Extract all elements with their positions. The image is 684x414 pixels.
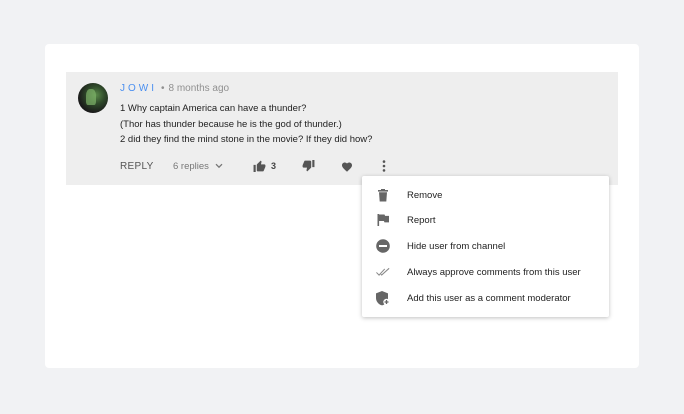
comment-timestamp[interactable]: 8 months ago <box>169 83 230 94</box>
more-actions-button[interactable] <box>382 158 386 174</box>
like-button[interactable]: 3 <box>253 158 276 174</box>
menu-item-label: Hide user from channel <box>407 240 506 252</box>
more-vert-icon <box>382 160 386 172</box>
dislike-button[interactable] <box>302 158 315 174</box>
menu-item-remove[interactable]: Remove <box>362 183 609 207</box>
replies-label: 6 replies <box>173 160 209 172</box>
menu-item-report[interactable]: Report <box>362 208 609 232</box>
avatar[interactable] <box>78 83 108 113</box>
comment-text: 1 Why captain America can have a thunder… <box>120 101 372 148</box>
double-check-icon <box>376 265 390 279</box>
reply-button[interactable]: REPLY <box>120 158 154 174</box>
thumbs-up-icon <box>253 160 266 172</box>
comment-line: (Thor has thunder because he is the god … <box>120 118 342 130</box>
menu-item-always-approve[interactable]: Always approve comments from this user <box>362 260 609 284</box>
thumbs-down-icon <box>302 160 315 172</box>
comment-meta: JOWI • 8 months ago <box>120 83 229 94</box>
flag-icon <box>376 213 390 227</box>
trash-icon <box>376 188 390 202</box>
meta-separator: • <box>161 83 165 94</box>
comment: JOWI • 8 months ago 1 Why captain America … <box>66 72 618 185</box>
menu-item-label: Report <box>407 214 436 226</box>
chevron-down-icon <box>215 163 223 169</box>
menu-item-add-moderator[interactable]: Add this user as a comment moderator <box>362 286 609 310</box>
menu-item-label: Remove <box>407 189 443 201</box>
menu-item-hide-user[interactable]: Hide user from channel <box>362 234 609 258</box>
heart-button[interactable] <box>341 158 353 174</box>
comment-line: 1 Why captain America can have a thunder… <box>120 103 307 114</box>
comment-options-menu: Remove Report Hide user from channel Alw… <box>362 176 609 317</box>
heart-icon <box>341 161 353 172</box>
menu-item-label: Always approve comments from this user <box>407 266 581 278</box>
view-replies-button[interactable]: 6 replies <box>173 158 223 174</box>
comment-line: 2 did they find the mind stone in the mo… <box>120 134 373 145</box>
author-name[interactable]: JOWI <box>120 83 157 94</box>
shield-add-icon <box>376 290 390 305</box>
menu-item-label: Add this user as a comment moderator <box>407 292 571 304</box>
like-count: 3 <box>271 161 277 171</box>
comment-actions: REPLY 6 replies 3 <box>120 158 420 174</box>
block-icon <box>376 239 390 253</box>
